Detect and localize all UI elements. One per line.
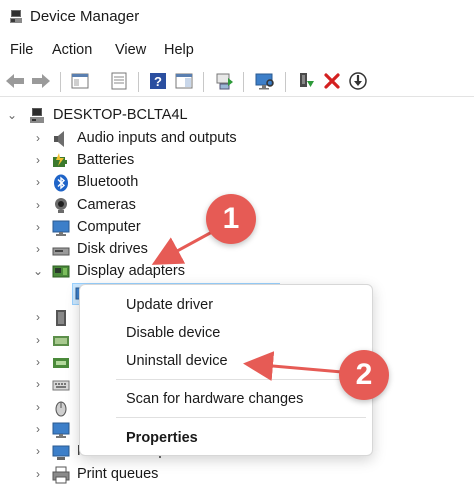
- show-hide-console-tree-icon[interactable]: [107, 69, 131, 93]
- menu-action[interactable]: Action: [52, 42, 92, 58]
- tree-item-label: Computer: [77, 219, 141, 235]
- menu-separator: [116, 379, 366, 380]
- printer-icon: [52, 466, 70, 484]
- ide-icon: [53, 358, 69, 368]
- battery-icon: [53, 153, 67, 167]
- tree-item-display-adapters[interactable]: ⌄ Display adapters: [0, 261, 474, 283]
- update-driver-icon[interactable]: [212, 69, 236, 93]
- mouse-icon: [55, 401, 67, 417]
- chevron-right-icon[interactable]: ›: [32, 467, 44, 481]
- menu-file[interactable]: File: [10, 42, 33, 58]
- chevron-right-icon[interactable]: ›: [32, 400, 44, 414]
- tree-item-batteries[interactable]: › Batteries: [0, 150, 474, 172]
- disk-drive-icon: [52, 247, 70, 256]
- tree-item-audio[interactable]: › Audio inputs and outputs: [0, 128, 474, 150]
- toolbar: ?: [0, 66, 474, 97]
- context-menu: Update driver Disable device Uninstall d…: [79, 284, 373, 456]
- chevron-right-icon[interactable]: ›: [32, 131, 44, 145]
- speaker-icon: [54, 131, 64, 147]
- menu-bar: File Action View Help: [0, 39, 474, 63]
- tree-item-label: Bluetooth: [77, 174, 139, 190]
- chevron-right-icon[interactable]: ›: [32, 220, 44, 234]
- tree-item-label: Batteries: [77, 152, 135, 168]
- toolbar-separator: [203, 72, 204, 92]
- tree-item-bluetooth[interactable]: › Bluetooth: [0, 172, 474, 194]
- action-pane-icon[interactable]: [172, 69, 196, 93]
- uninstall-icon[interactable]: [320, 69, 344, 93]
- title-bar: Device Manager: [0, 0, 474, 36]
- toolbar-separator: [243, 72, 244, 92]
- toolbar-separator: [60, 72, 61, 92]
- chevron-right-icon[interactable]: ›: [32, 377, 44, 391]
- properties-icon[interactable]: [68, 69, 92, 93]
- bluetooth-icon: [54, 174, 68, 192]
- chevron-right-icon[interactable]: ›: [32, 444, 44, 458]
- chevron-down-icon[interactable]: ⌄: [6, 108, 18, 122]
- chevron-right-icon[interactable]: ›: [32, 355, 44, 369]
- computer-root-icon: [30, 108, 44, 123]
- chevron-down-icon[interactable]: ⌄: [32, 264, 44, 278]
- chevron-right-icon[interactable]: ›: [32, 333, 44, 347]
- window-title: Device Manager: [30, 8, 140, 25]
- chevron-right-icon[interactable]: ›: [32, 198, 44, 212]
- toolbar-separator: [285, 72, 286, 92]
- keyboard-icon: [52, 380, 70, 391]
- help-icon[interactable]: ?: [146, 69, 170, 93]
- tree-root-row[interactable]: ⌄ DESKTOP-BCLTA4L: [0, 105, 474, 127]
- callout-badge-1: 1: [206, 194, 256, 244]
- disable-device-icon[interactable]: [346, 69, 370, 93]
- tree-root-label: DESKTOP-BCLTA4L: [53, 107, 188, 123]
- device-manager-app-icon: [10, 10, 22, 23]
- scan-hardware-icon[interactable]: [253, 69, 277, 93]
- network-adapter-icon: [52, 445, 70, 460]
- tree-item-label: Cameras: [77, 197, 136, 213]
- uninstall-device-menu-item[interactable]: Uninstall device: [126, 353, 228, 369]
- disable-device-menu-item[interactable]: Disable device: [126, 325, 220, 341]
- tree-item-label: Disk drives: [77, 241, 148, 257]
- update-driver-menu-item[interactable]: Update driver: [126, 297, 213, 313]
- svg-text:?: ?: [154, 74, 162, 89]
- chevron-right-icon[interactable]: ›: [32, 242, 44, 256]
- chevron-right-icon[interactable]: ›: [32, 175, 44, 189]
- back-icon[interactable]: [3, 69, 27, 93]
- tree-item-label: Print queues: [77, 466, 159, 482]
- menu-help[interactable]: Help: [164, 42, 194, 58]
- scan-hardware-menu-item[interactable]: Scan for hardware changes: [126, 391, 303, 407]
- properties-menu-item[interactable]: Properties: [126, 430, 198, 446]
- chevron-right-icon[interactable]: ›: [32, 422, 44, 436]
- menu-view[interactable]: View: [115, 42, 146, 58]
- menu-separator: [116, 417, 366, 418]
- camera-icon: [55, 198, 67, 213]
- hid-icon: [53, 336, 69, 346]
- tree-item-label: Audio inputs and outputs: [77, 130, 237, 146]
- enable-device-icon[interactable]: [294, 69, 318, 93]
- toolbar-separator: [138, 72, 139, 92]
- tree-item-print-queues[interactable]: › Print queues: [0, 464, 474, 486]
- monitor-icon: [52, 220, 70, 236]
- monitors-icon: [52, 422, 70, 438]
- tree-item-label: Display adapters: [77, 263, 185, 279]
- chevron-right-icon[interactable]: ›: [32, 310, 44, 324]
- callout-badge-2: 2: [339, 350, 389, 400]
- display-adapter-icon: [52, 265, 70, 278]
- firmware-icon: [56, 310, 66, 326]
- forward-icon[interactable]: [29, 69, 53, 93]
- chevron-right-icon[interactable]: ›: [32, 153, 44, 167]
